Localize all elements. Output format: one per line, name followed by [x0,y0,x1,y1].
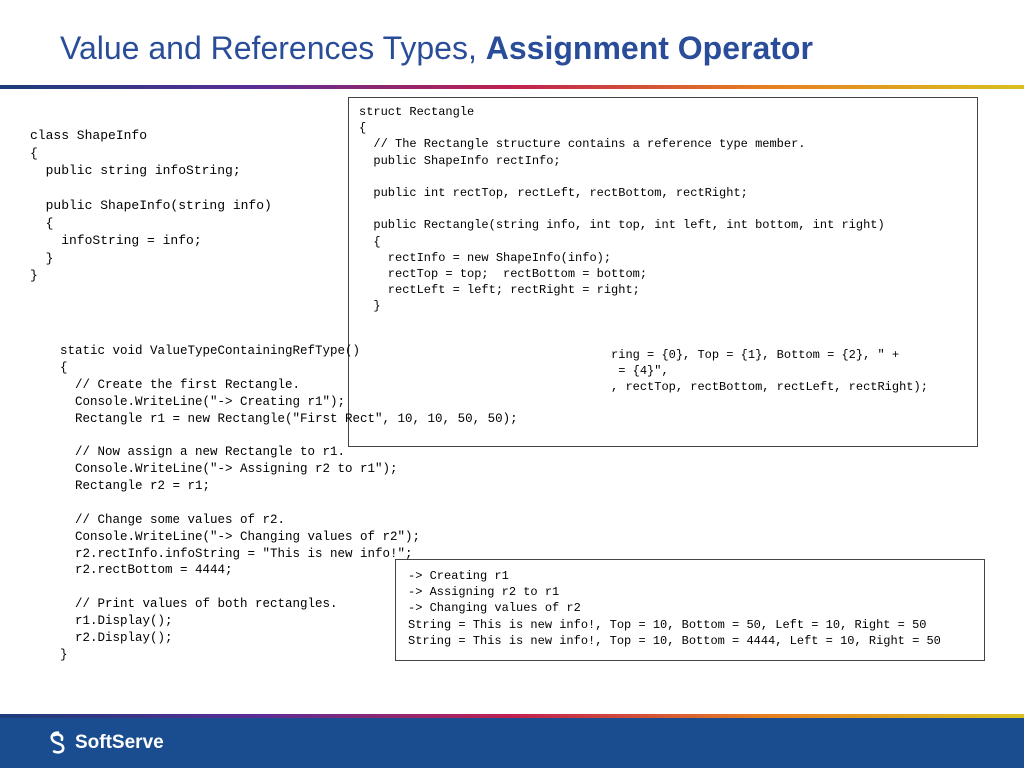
code-method: static void ValueTypeContainingRefType()… [60,343,518,664]
brand-logo: SoftServe [45,730,164,756]
divider-gradient [0,85,1024,89]
softserve-icon [45,730,71,756]
title-light: Value and References Types, [60,30,486,66]
title-bold: Assignment Operator [486,30,813,66]
footer: SoftServe [0,714,1024,768]
brand-text: SoftServe [75,732,164,754]
slide-title: Value and References Types, Assignment O… [0,0,1024,85]
content-area: class ShapeInfo { public string infoStri… [30,97,994,672]
footer-bar: SoftServe [0,718,1024,768]
code-shapeinfo: class ShapeInfo { public string infoStri… [30,127,272,285]
